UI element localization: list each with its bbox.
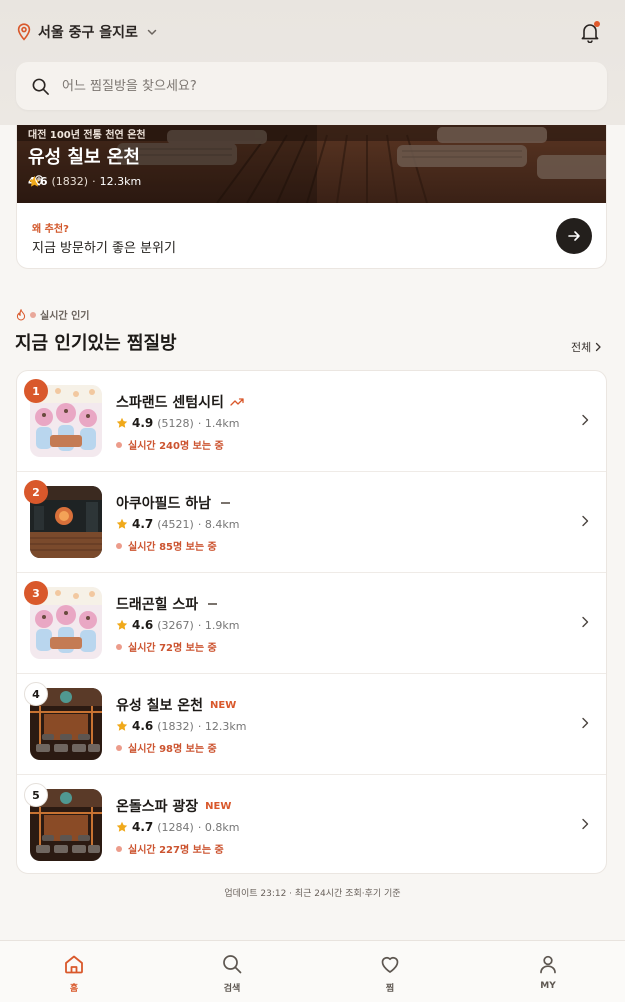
section-title: 지금 인기있는 찜질방 [15,333,177,354]
ranking-item[interactable]: 4 유성 칠보 온천 NEW 4.6 (1832) · 12.3km 실시간 9… [17,674,606,775]
location-label: 서울 중구 을지로 [38,25,138,41]
arrow-right-icon [568,231,580,241]
home-icon [65,955,83,974]
live-viewers: 실시간 240명 보는 중 [128,441,224,452]
new-badge: NEW [205,800,232,812]
star-icon [116,417,128,428]
ranking-item[interactable]: 2 아쿠아필드 하남 4.7 (4521) · 8.4km 실시간 85명 보는… [17,472,606,573]
tab-favorites[interactable]: 찜 [360,953,420,994]
live-dot [116,845,122,852]
spa-distance: · 8.4km [197,517,240,531]
featured-image: 대전 100년 전통 천연 온천 유성 칠보 온천 4.6 (1832) · 1… [17,125,606,203]
spa-distance: · 1.9km [197,618,240,632]
chevron-down-icon [147,29,157,35]
star-icon [116,821,128,832]
spa-reviews: (4521) [157,517,194,531]
update-footnote: 업데이트 23:12 · 최근 24시간 조회·후기 기준 [224,889,401,899]
spa-rating: 4.7 [132,820,154,834]
trend-flat-icon [221,502,231,504]
spa-name: 아쿠아필드 하남 [116,496,212,512]
bottom-tab-bar: 홈 검색 찜 MY [0,940,625,1002]
location-pin-icon [17,23,31,41]
featured-meta: 4.6 (1832) · 12.3km [28,175,141,188]
search-input[interactable] [62,78,562,94]
star-icon [116,619,128,630]
live-viewers: 실시간 227명 보는 중 [128,845,224,856]
trending-up-icon [230,398,244,406]
spa-name: 스파랜드 센텀시티 [116,395,224,411]
live-viewers: 실시간 98명 보는 중 [128,744,217,755]
live-viewers: 실시간 72명 보는 중 [128,643,217,654]
tab-search-label: 검색 [223,984,241,994]
rank-badge: 5 [24,783,48,807]
chevron-right-icon [582,818,589,830]
notification-badge [594,21,600,27]
spa-reviews: (3267) [157,618,194,632]
spa-name: 온돌스파 광장 [116,799,199,815]
why-recommend-text: 지금 방문하기 좋은 분위기 [32,241,176,256]
search-icon [223,955,242,974]
chevron-right-icon [596,342,601,352]
chevron-right-icon [582,616,589,628]
meta-separator: · [92,175,96,188]
ranking-item[interactable]: 1 스파랜드 센텀시티 4.9 (5128) · 1.4km 실시간 240명 … [17,371,606,472]
spa-reviews: (1832) [157,719,194,733]
chevron-right-icon [582,515,589,527]
chevron-right-icon [582,414,589,426]
rank-badge: 3 [24,581,48,605]
section-tag: 실시간 인기 [16,307,89,322]
featured-title: 유성 칠보 온천 [28,147,140,168]
rank-badge: 4 [24,682,48,706]
featured-distance: 12.3km [99,175,142,188]
why-recommend-label: 왜 추천? [32,224,69,235]
section-tag-label: 실시간 인기 [40,311,90,322]
ranking-item[interactable]: 3 드래곤힐 스파 4.6 (3267) · 1.9km 실시간 72명 보는 … [17,573,606,674]
live-viewers: 실시간 85명 보는 중 [128,542,217,553]
live-dot [116,542,122,549]
flame-icon [16,308,26,320]
go-button[interactable] [556,218,592,254]
search-bar[interactable] [16,62,607,110]
see-all-link[interactable]: 전체 [571,339,603,355]
tab-home-label: 홈 [69,984,79,994]
heart-icon [381,956,399,973]
tab-my[interactable]: MY [518,953,578,991]
live-dot [116,441,122,448]
user-icon [540,955,556,974]
see-all-label: 전체 [571,341,592,354]
chevron-right-icon [582,717,589,729]
trend-flat-icon [208,603,218,605]
spa-name: 유성 칠보 온천 [116,698,204,714]
location-pin-icon [35,175,43,186]
tab-my-label: MY [540,981,556,991]
spa-distance: · 0.8km [197,820,240,834]
star-icon [116,720,128,731]
star-icon [116,518,128,529]
featured-card[interactable]: 대전 100년 전통 천연 온천 유성 칠보 온천 4.6 (1832) · 1… [16,125,607,269]
tab-favorites-label: 찜 [385,984,395,994]
rank-badge: 1 [24,379,48,403]
location-selector[interactable]: 서울 중구 을지로 [16,22,158,42]
ranking-list: 1 스파랜드 센텀시티 4.9 (5128) · 1.4km 실시간 240명 … [16,370,607,874]
search-icon [32,78,49,95]
spa-rating: 4.6 [132,719,154,733]
ranking-item[interactable]: 5 온돌스파 광장 NEW 4.7 (1284) · 0.8km 실시간 227… [17,775,606,873]
featured-subtitle: 대전 100년 전통 천연 온천 [28,130,146,141]
live-dot [116,643,122,650]
rank-badge: 2 [24,480,48,504]
live-dot [116,744,122,751]
spa-reviews: (1284) [157,820,194,834]
featured-reviews: (1832) [51,175,89,188]
spa-reviews: (5128) [157,416,194,430]
new-badge: NEW [210,699,237,711]
spa-rating: 4.6 [132,618,154,632]
spa-distance: · 1.4km [197,416,240,430]
spa-distance: · 12.3km [197,719,247,733]
tab-search[interactable]: 검색 [202,953,262,994]
spa-rating: 4.9 [132,416,154,430]
spa-rating: 4.7 [132,517,154,531]
spa-name: 드래곤힐 스파 [116,597,199,613]
live-dot [30,311,36,318]
tab-home[interactable]: 홈 [44,953,104,994]
